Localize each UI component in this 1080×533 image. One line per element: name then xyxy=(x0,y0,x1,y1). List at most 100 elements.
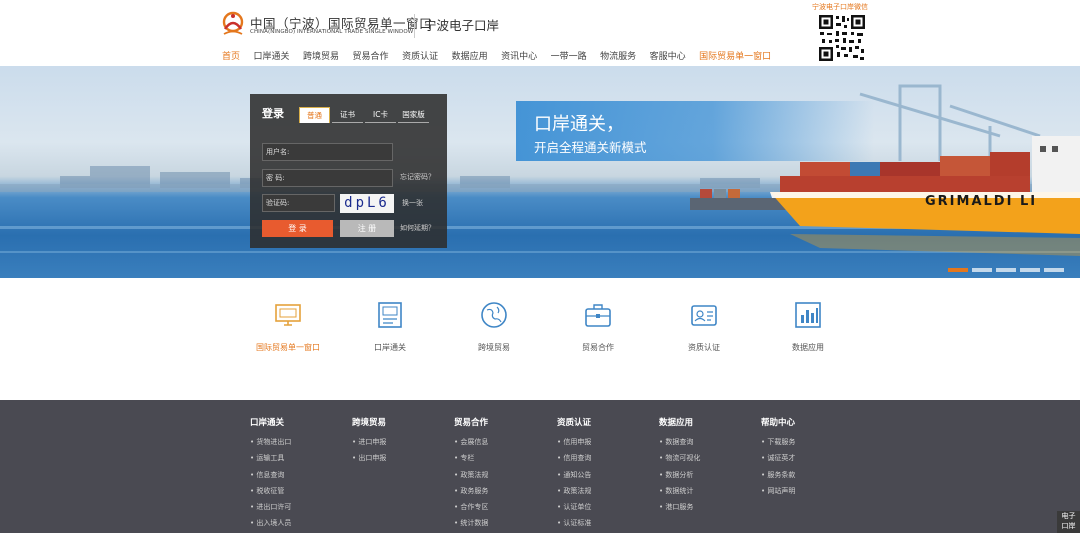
nav-item-belt-and-road[interactable]: 一带一路 xyxy=(551,51,587,66)
footer-link[interactable]: 货物进出口 xyxy=(250,434,291,450)
slogan-title: 口岸通关， xyxy=(534,114,624,135)
nav-item-trade-cooperation[interactable]: 贸易合作 xyxy=(353,51,389,66)
side-tab-line: 电子 xyxy=(1061,512,1076,520)
banner-dot-3[interactable] xyxy=(996,268,1016,272)
footer-heading: 帮助中心 xyxy=(761,418,796,428)
tab-normal[interactable]: 普通 xyxy=(299,107,330,123)
footer-column-trade-cooperation: 贸易合作 会展信息 专栏 政策法规 政务服务 合作专区 统计数据 xyxy=(454,416,488,532)
footer-link[interactable]: 数据分析 xyxy=(659,467,700,483)
monitor-icon xyxy=(275,304,301,326)
footer-link[interactable]: 出口申报 xyxy=(352,450,386,466)
footer-link[interactable]: 政务服务 xyxy=(454,483,488,499)
footer-link[interactable]: 认证标准 xyxy=(557,515,591,531)
globe-icon xyxy=(481,302,507,328)
document-icon xyxy=(378,302,402,328)
nav-item-news-center[interactable]: 资讯中心 xyxy=(501,51,537,66)
username-field[interactable]: 用户名: xyxy=(262,143,393,161)
banner-illustration: GRIMALDI LI xyxy=(0,84,1080,256)
service-label: 跨境贸易 xyxy=(478,343,510,352)
briefcase-icon xyxy=(585,304,611,327)
hero-banner[interactable]: GRIMALDI LI xyxy=(0,66,1080,278)
how-to-renew-link[interactable]: 如何延期？ xyxy=(400,223,435,233)
footer-heading: 口岸通关 xyxy=(250,418,285,428)
footer-link[interactable]: 运输工具 xyxy=(250,450,291,466)
nav-item-qualification[interactable]: 资质认证 xyxy=(402,51,438,66)
banner-pagination xyxy=(948,268,1064,272)
banner-dot-5[interactable] xyxy=(1044,268,1064,272)
main-nav: 首页 口岸通关 跨境贸易 贸易合作 资质认证 数据应用 资讯中心 一带一路 物流… xyxy=(222,51,785,68)
register-button[interactable]: 注 册 xyxy=(340,220,394,237)
service-single-window[interactable]: 国际贸易单一窗口 xyxy=(248,300,328,353)
footer-column-cross-border: 跨境贸易 进口申报 出口申报 xyxy=(352,416,386,467)
service-label: 国际贸易单一窗口 xyxy=(256,343,320,352)
service-qualification[interactable]: 资质认证 xyxy=(664,300,744,353)
header: 中国（宁波）国际贸易单一窗口 CHINA(NINGBO) INTERNATION… xyxy=(0,0,1080,68)
banner-dot-2[interactable] xyxy=(972,268,992,272)
footer-link[interactable]: 统计数据 xyxy=(454,515,488,531)
service-cross-border[interactable]: 跨境贸易 xyxy=(454,300,534,353)
footer-link[interactable]: 出入境人员 xyxy=(250,515,291,531)
service-trade-cooperation[interactable]: 贸易合作 xyxy=(558,300,638,353)
captcha-field[interactable]: 验证码: xyxy=(262,194,335,212)
footer-link[interactable]: 物流可视化 xyxy=(659,450,700,466)
nav-item-single-window[interactable]: 国际贸易单一窗口 xyxy=(699,51,771,66)
footer-link[interactable]: 认证单位 xyxy=(557,499,591,515)
nav-item-home[interactable]: 首页 xyxy=(222,51,241,68)
footer-link[interactable]: 信用查询 xyxy=(557,450,591,466)
logo-icon[interactable] xyxy=(222,9,244,39)
footer-link[interactable]: 诚征英才 xyxy=(761,450,795,466)
electronic-port-side-tab[interactable]: 电子 口岸 xyxy=(1057,511,1080,533)
nav-item-customer-service[interactable]: 客服中心 xyxy=(650,51,686,66)
qr-code-icon xyxy=(818,14,866,62)
nav-item-cross-border-trade[interactable]: 跨境贸易 xyxy=(303,51,339,66)
footer-link[interactable]: 合作专区 xyxy=(454,499,488,515)
footer-link[interactable]: 进口申报 xyxy=(352,434,386,450)
bar-chart-icon xyxy=(795,302,821,328)
service-label: 资质认证 xyxy=(688,343,720,352)
footer-link[interactable]: 信息查询 xyxy=(250,467,291,483)
nav-item-logistics[interactable]: 物流服务 xyxy=(600,51,636,66)
footer-link[interactable]: 网站声明 xyxy=(761,483,795,499)
login-button[interactable]: 登 录 xyxy=(262,220,333,237)
footer-link[interactable]: 数据查询 xyxy=(659,434,700,450)
banner-dot-4[interactable] xyxy=(1020,268,1040,272)
service-port-clearance[interactable]: 口岸通关 xyxy=(350,300,430,353)
tab-certificate[interactable]: 证书 xyxy=(332,107,363,123)
footer-heading: 跨境贸易 xyxy=(352,418,387,428)
footer-link[interactable]: 税收征管 xyxy=(250,483,291,499)
refresh-captcha-link[interactable]: 换一张 xyxy=(402,198,423,208)
footer-link[interactable]: 服务条款 xyxy=(761,467,795,483)
login-title: 登录 xyxy=(262,107,284,120)
footer-column-port-clearance: 口岸通关 货物进出口 运输工具 信息查询 税收征管 进出口许可 出入境人员 xyxy=(250,416,291,532)
page: 中国（宁波）国际贸易单一窗口 CHINA(NINGBO) INTERNATION… xyxy=(0,0,1080,533)
footer-link[interactable]: 专栏 xyxy=(454,450,488,466)
login-tabs: 普通 证书 IC卡 国家版 xyxy=(299,107,431,123)
footer-link[interactable]: 进出口许可 xyxy=(250,499,291,515)
footer-link[interactable]: 信用申报 xyxy=(557,434,591,450)
password-field[interactable]: 密 码: xyxy=(262,169,393,187)
tab-national[interactable]: 国家版 xyxy=(398,107,429,123)
footer-link[interactable]: 通知公告 xyxy=(557,467,591,483)
footer-link[interactable]: 政策法规 xyxy=(454,467,488,483)
footer-link[interactable]: 会展信息 xyxy=(454,434,488,450)
footer-link[interactable]: 港口服务 xyxy=(659,499,700,515)
footer-link[interactable]: 下载服务 xyxy=(761,434,795,450)
nav-item-port-clearance[interactable]: 口岸通关 xyxy=(254,51,290,66)
footer xyxy=(0,400,1080,533)
footer-column-data-application: 数据应用 数据查询 物流可视化 数据分析 数据统计 港口服务 xyxy=(659,416,700,515)
qr-caption: 宁波电子口岸微信 xyxy=(812,3,868,11)
forgot-password-link[interactable]: 忘记密码？ xyxy=(400,172,435,182)
footer-column-help-center: 帮助中心 下载服务 诚征英才 服务条款 网站声明 xyxy=(761,416,795,499)
tab-ic-card[interactable]: IC卡 xyxy=(365,107,396,123)
id-card-icon xyxy=(691,305,717,326)
captcha-image[interactable]: dpL6 xyxy=(340,194,394,213)
service-label: 数据应用 xyxy=(792,343,824,352)
brand-divider xyxy=(414,14,415,38)
service-label: 贸易合作 xyxy=(582,343,614,352)
footer-link[interactable]: 数据统计 xyxy=(659,483,700,499)
footer-link[interactable]: 政策法规 xyxy=(557,483,591,499)
banner-dot-1[interactable] xyxy=(948,268,968,272)
service-data-application[interactable]: 数据应用 xyxy=(768,300,848,353)
nav-item-data-application[interactable]: 数据应用 xyxy=(452,51,488,66)
slogan-subtitle: 开启全程通关新模式 xyxy=(534,140,647,155)
